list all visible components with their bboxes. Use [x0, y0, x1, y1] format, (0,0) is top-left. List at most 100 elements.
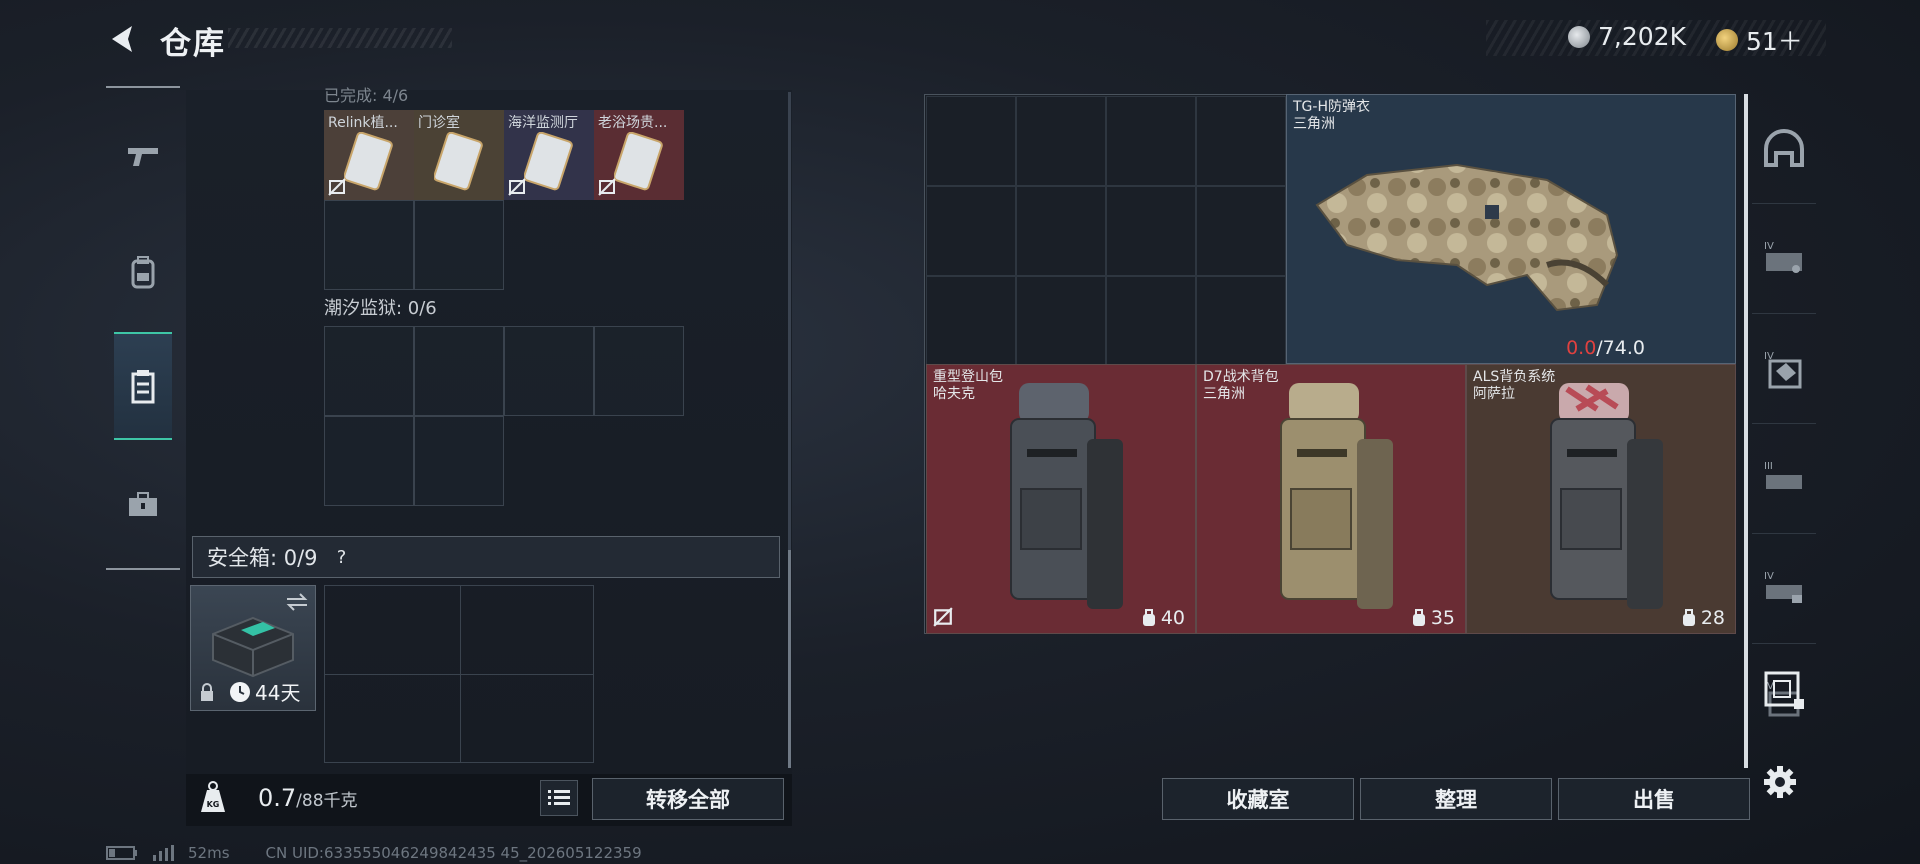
empty-grid-cell — [926, 276, 1016, 366]
armor-tier-iv-slot-2[interactable]: IV — [1752, 314, 1816, 424]
back-arrow-icon[interactable] — [106, 22, 140, 56]
safe-box-icon — [212, 616, 294, 678]
currency-silver-value: 7,202K — [1598, 22, 1686, 51]
vest-icon: IV — [1764, 241, 1802, 273]
armor-tier-iv-slot-3[interactable]: IV — [1752, 534, 1816, 644]
collection-room-button[interactable]: 收藏室 — [1162, 778, 1354, 820]
bag-capacity: 28 — [1681, 607, 1725, 629]
empty-key-slot[interactable] — [504, 326, 594, 416]
sell-button[interactable]: 出售 — [1558, 778, 1750, 820]
key-item-clinic[interactable]: 门诊室 — [414, 110, 504, 200]
bag-maker: 哈夫克 — [933, 386, 975, 402]
uid-text: CN UID:633555046249842435 45_20260512235… — [265, 844, 642, 862]
no-trade-icon — [328, 178, 346, 196]
storage-tab[interactable] — [114, 332, 172, 440]
key-item-ocean-monitoring[interactable]: 海洋监测厅 — [504, 110, 594, 200]
empty-grid-cell — [1106, 96, 1196, 186]
safe-box-grid[interactable] — [324, 585, 594, 763]
durability-max: /74.0 — [1596, 337, 1645, 359]
pistol-icon — [128, 148, 158, 166]
no-trade-icon — [508, 178, 526, 196]
empty-key-slot[interactable] — [414, 326, 504, 416]
safe-box-slot-icon — [1764, 671, 1804, 709]
firearms-tab[interactable] — [106, 102, 180, 210]
safe-box-label: 安全箱: 0/9 — [207, 546, 318, 570]
empty-key-slot[interactable] — [324, 326, 414, 416]
loadout-slots-rail: IV IV III IV IV — [1752, 94, 1816, 717]
bag-slot-als[interactable]: ALS背负系统 阿萨拉 28 — [1466, 364, 1736, 634]
transfer-all-button[interactable]: 转移全部 — [592, 778, 784, 820]
keycard-icon — [344, 132, 393, 191]
title-decoration — [228, 28, 452, 48]
backpack-icon — [1280, 383, 1393, 609]
equipment-tab[interactable] — [106, 218, 180, 326]
svg-text:III: III — [1764, 461, 1773, 472]
weight-unit: /88千克 — [296, 791, 358, 811]
capacity-icon — [1682, 609, 1695, 626]
bag-slot-heavy-climbing[interactable]: 重型登山包 哈夫克 40 — [926, 364, 1196, 634]
backpack-icon — [1550, 383, 1663, 609]
key-item-name: Relink植... — [328, 115, 398, 131]
svg-text:IV: IV — [1764, 571, 1774, 582]
svg-text:IV: IV — [1764, 241, 1774, 252]
pouch-icon: IV — [1764, 571, 1802, 603]
armor-tier-iii-slot[interactable]: III — [1752, 424, 1816, 534]
clock-icon — [230, 681, 250, 702]
duration-badge: 44天 — [229, 677, 300, 706]
empty-grid-cell — [926, 96, 1016, 186]
empty-grid-cell — [926, 186, 1016, 276]
empty-grid-cell — [1106, 276, 1196, 366]
keycard-icon — [524, 132, 573, 191]
currency-silver: 7,202K — [1568, 22, 1686, 51]
currency-gold[interactable]: 51＋ — [1716, 22, 1803, 58]
empty-key-slot[interactable] — [414, 200, 504, 290]
list-view-button[interactable] — [540, 780, 578, 816]
bag-capacity-value: 28 — [1700, 607, 1725, 629]
armor-name: TG-H防弹衣 — [1293, 99, 1370, 115]
bag-capacity: 35 — [1411, 607, 1455, 629]
durability-current: 0.0 — [1566, 337, 1597, 359]
armor-tier-iv-slot[interactable]: IV — [1752, 204, 1816, 314]
key-item-name: 海洋监测厅 — [508, 115, 578, 131]
helmet-slot[interactable] — [1752, 94, 1816, 204]
sort-button[interactable]: 整理 — [1360, 778, 1552, 820]
completed-section-label: 已完成: 4/6 — [324, 86, 409, 105]
empty-grid-cell — [1106, 186, 1196, 276]
empty-key-slot[interactable] — [414, 416, 504, 506]
no-trade-icon — [598, 178, 616, 196]
key-item-relink[interactable]: Relink植... — [324, 110, 414, 200]
empty-key-slot[interactable] — [324, 200, 414, 290]
swap-icon — [286, 593, 308, 611]
bag-capacity-value: 40 — [1160, 607, 1185, 629]
lock-icon — [201, 683, 213, 701]
help-button[interactable]: ? — [328, 543, 356, 571]
bag-slot-d7-tactical[interactable]: D7战术背包 三角洲 35 — [1196, 364, 1466, 634]
ping-text: 52ms — [188, 844, 230, 862]
no-trade-icon — [933, 607, 953, 627]
armor-label: TG-H防弹衣 三角洲 — [1293, 99, 1370, 133]
left-scrollbar-thumb[interactable] — [788, 550, 791, 768]
empty-key-slot[interactable] — [594, 326, 684, 416]
weight-icon: KG — [201, 781, 225, 812]
status-bar: 52ms CN UID:633555046249842435 45_202605… — [106, 844, 642, 862]
storage-cabinet-icon — [131, 370, 155, 404]
gold-coin-icon — [1716, 29, 1738, 51]
empty-key-slot[interactable] — [324, 416, 414, 506]
key-item-old-bathhouse[interactable]: 老浴场贵... — [594, 110, 684, 200]
bag-capacity: 40 — [1141, 607, 1185, 629]
backpack-slot-icon: III — [1764, 461, 1802, 489]
page-title: 仓库 — [160, 26, 226, 62]
category-rail — [106, 86, 180, 570]
key-item-name: 门诊室 — [418, 115, 460, 131]
armor-slot[interactable]: TG-H防弹衣 三角洲 0.0/74.0 — [1286, 94, 1736, 364]
right-scrollbar[interactable] — [1744, 94, 1748, 768]
empty-grid-cell — [1196, 186, 1286, 276]
capacity-icon — [1412, 609, 1425, 626]
safe-box-item[interactable]: 44天 — [190, 585, 316, 711]
safe-box-slot[interactable] — [1752, 660, 1816, 718]
body-armor-icon — [1315, 163, 1619, 312]
gear-icon[interactable] — [1762, 764, 1798, 800]
tide-prison-label: 潮汐监狱: 0/6 — [324, 298, 437, 319]
toolbox-tab[interactable] — [106, 450, 180, 558]
silver-coin-icon — [1568, 25, 1590, 48]
